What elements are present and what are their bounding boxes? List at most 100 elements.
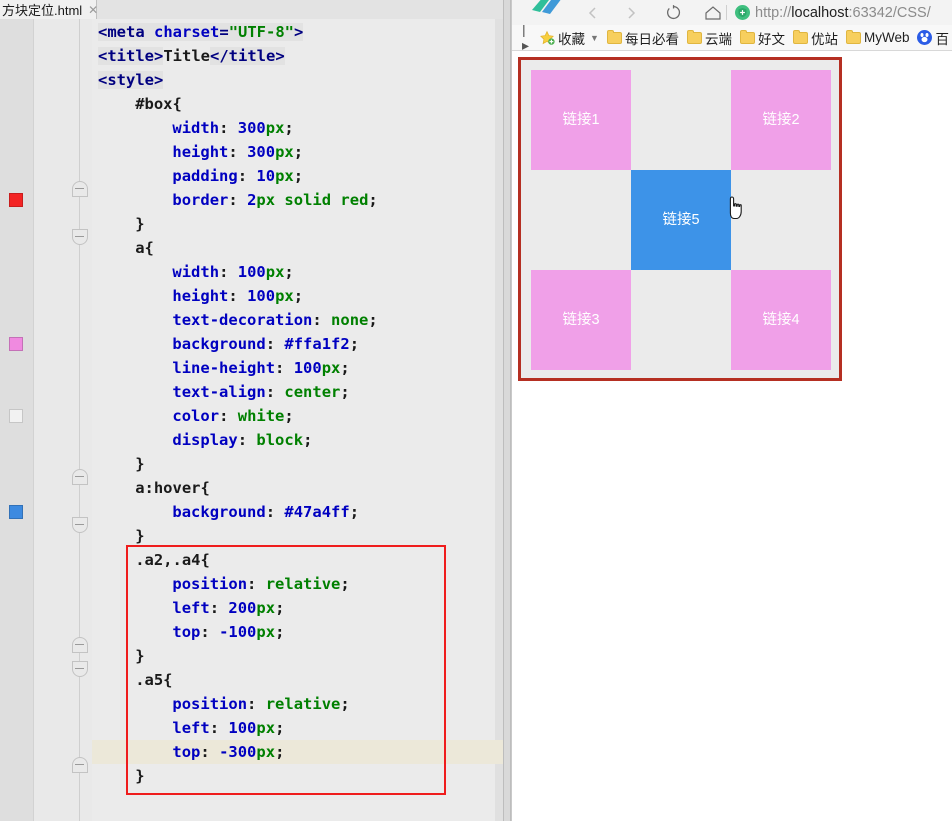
code-token: > (294, 23, 304, 41)
code-token: ; (284, 119, 294, 137)
bookmarks-expander-icon[interactable]: |▸ (512, 25, 535, 50)
code-line[interactable]: #box{ (135, 92, 182, 116)
code-line[interactable]: display: block; (172, 428, 312, 452)
pane-divider-handle[interactable] (503, 0, 511, 821)
code-token: : (219, 119, 238, 137)
bookmark-item-4[interactable]: 好文 (736, 25, 789, 50)
code-line[interactable]: left: 100px; (172, 716, 284, 740)
code-token: ; (284, 407, 294, 425)
swatch-white[interactable] (9, 409, 23, 423)
editor-marker-gutter[interactable] (0, 19, 34, 821)
swatch-pink[interactable] (9, 337, 23, 351)
code-token: relative (265, 695, 341, 713)
code-line[interactable]: a{ (135, 236, 154, 260)
code-line[interactable]: } (135, 644, 144, 668)
forward-arrow-icon[interactable] (616, 0, 646, 25)
url-bar[interactable]: http://localhost:63342/CSS/ (735, 0, 952, 25)
code-line[interactable]: position: relative; (172, 692, 349, 716)
back-arrow-icon[interactable] (578, 0, 608, 25)
code-line[interactable]: } (135, 764, 144, 788)
code-line[interactable]: text-decoration: none; (172, 308, 377, 332)
code-line[interactable]: .a5{ (135, 668, 172, 692)
code-line[interactable]: text-align: center; (172, 380, 349, 404)
code-token: #box{ (135, 95, 182, 113)
code-fold-up-icon[interactable] (72, 181, 88, 197)
code-token: } (135, 215, 145, 233)
code-fold-down-icon[interactable] (72, 517, 88, 533)
code-line[interactable]: } (135, 524, 144, 548)
code-line[interactable]: width: 300px; (172, 116, 293, 140)
bookmark-label: 好文 (757, 31, 785, 47)
code-token: 10 (256, 167, 276, 185)
code-line[interactable]: background: #ffa1f2; (172, 332, 359, 356)
link-block-4[interactable]: 链接4 (731, 270, 831, 370)
ide-editor-pane: 方块定位.html ✕ <meta charset="UTF-8"> <title… (0, 0, 511, 821)
code-line[interactable]: line-height: 100px; (172, 356, 349, 380)
bookmark-item-2[interactable]: 每日必看 (603, 25, 683, 50)
code-fold-up-icon[interactable] (72, 757, 88, 773)
pane-divider[interactable] (503, 0, 512, 821)
code-line[interactable]: top: -300px; (172, 740, 284, 764)
link-block-5[interactable]: 链接5 (631, 170, 731, 270)
code-line[interactable]: height: 300px; (172, 140, 303, 164)
code-line[interactable]: top: -100px; (172, 620, 284, 644)
bookmark-item-5[interactable]: 优站 (789, 25, 842, 50)
swatch-red[interactable] (9, 193, 23, 207)
code-line[interactable]: width: 100px; (172, 260, 293, 284)
code-token: : (209, 719, 229, 737)
code-line[interactable]: } (135, 212, 144, 236)
code-fold-down-icon[interactable] (72, 661, 88, 677)
editor-fold-gutter[interactable] (34, 19, 92, 821)
reload-icon[interactable] (658, 0, 688, 25)
code-line[interactable]: .a2,.a4{ (135, 548, 210, 572)
code-token: 100 (247, 287, 276, 305)
code-token: : (265, 503, 285, 521)
bookmark-item-1[interactable]: 收藏 ▼ (535, 25, 603, 50)
code-line[interactable]: <meta charset="UTF-8"> (98, 20, 304, 44)
code-token: 300 (247, 143, 276, 161)
code-line[interactable]: color: white; (172, 404, 293, 428)
code-token: width (172, 119, 220, 137)
bookmark-label: 收藏 (558, 31, 586, 47)
bookmark-item-7[interactable]: 百 (913, 25, 952, 50)
code-token: px (321, 359, 341, 377)
editor-tab-active[interactable]: 方块定位.html ✕ (0, 0, 98, 19)
bookmark-item-6[interactable]: MyWeb (842, 25, 914, 50)
code-fold-down-icon[interactable] (72, 229, 88, 245)
code-token: none (331, 311, 369, 329)
folder-icon (739, 29, 755, 44)
close-icon[interactable]: ✕ (88, 4, 98, 16)
chevron-down-icon[interactable]: ▼ (590, 33, 599, 43)
code-line[interactable]: <title>Title</title> (98, 44, 285, 68)
editor-scrollbar[interactable] (495, 19, 503, 821)
code-line[interactable]: background: #47a4ff; (172, 500, 359, 524)
swatch-blue[interactable] (9, 505, 23, 519)
code-line[interactable]: position: relative; (172, 572, 349, 596)
link-block-2[interactable]: 链接2 (731, 70, 831, 170)
code-token: border (172, 191, 229, 209)
url-text: http://localhost:63342/CSS/ (755, 5, 931, 21)
code-fold-up-icon[interactable] (72, 637, 88, 653)
code-fold-up-icon[interactable] (72, 469, 88, 485)
link-block-1[interactable]: 链接1 (531, 70, 631, 170)
link-block-3[interactable]: 链接3 (531, 270, 631, 370)
code-token: position (172, 695, 248, 713)
code-editor-area[interactable]: <meta charset="UTF-8"> <title>Title</titl… (92, 19, 503, 821)
code-token: ; (368, 311, 378, 329)
code-line[interactable]: border: 2px solid red; (172, 188, 377, 212)
code-line[interactable]: padding: 10px; (172, 164, 303, 188)
code-token: height (172, 143, 229, 161)
code-line[interactable]: } (135, 452, 144, 476)
code-line[interactable]: a:hover{ (135, 476, 210, 500)
code-line[interactable]: <style> (98, 68, 164, 92)
code-token: <title> (98, 47, 164, 65)
code-token: background (172, 335, 266, 353)
code-token: px (256, 719, 276, 737)
code-token: ; (340, 359, 350, 377)
code-token: #47a4ff (284, 503, 350, 521)
code-line[interactable]: height: 100px; (172, 284, 303, 308)
code-line[interactable]: left: 200px; (172, 596, 284, 620)
home-icon[interactable] (698, 0, 728, 25)
bookmark-item-3[interactable]: 云端 (683, 25, 736, 50)
bookmarks-bar: |▸ 收藏 ▼ 每日必看 云端 好文 优站 MyWeb 百 (512, 25, 952, 51)
